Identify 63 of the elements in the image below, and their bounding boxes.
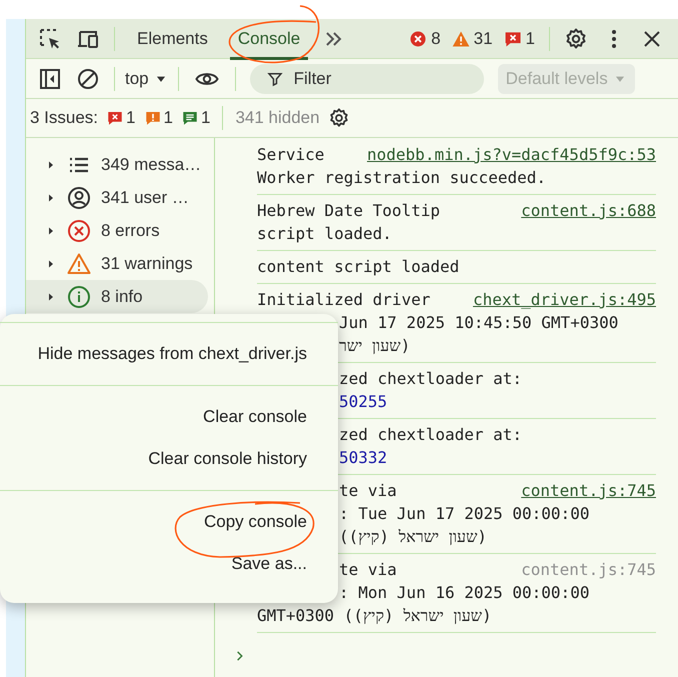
count-label: 1	[164, 108, 173, 128]
log-text: שעון ישר)	[339, 335, 410, 357]
warning-icon	[67, 252, 91, 276]
menu-item[interactable]: Save as...	[0, 543, 338, 585]
sidebar-toggle-icon[interactable]	[38, 66, 62, 90]
sidebar-item[interactable]: 8 errors	[26, 214, 208, 247]
panel-tab[interactable]: Console	[230, 20, 308, 60]
source-link[interactable]: content.js:688	[521, 199, 656, 222]
info-icon	[67, 284, 91, 308]
count-label: 1	[200, 108, 210, 128]
log-text: zed chextloader at:	[339, 424, 522, 446]
filter-field[interactable]: Filter	[250, 64, 484, 94]
log-text: (שעון ישראל (קיץ))	[339, 526, 487, 548]
issues-label: 3 Issues:	[30, 108, 98, 128]
menu-item[interactable]: Clear console	[0, 396, 338, 438]
clear-icon[interactable]	[76, 66, 100, 90]
context-dropdown[interactable]: top	[125, 68, 168, 88]
panel-tab[interactable]: Elements	[129, 20, 216, 60]
log-number: 50332	[339, 447, 388, 469]
error-icon	[408, 28, 428, 48]
sidebar-item[interactable]: 8 info	[26, 280, 208, 313]
source-link[interactable]: content.js:745	[521, 479, 656, 502]
count-label: 8	[431, 28, 441, 48]
warning-issue-count[interactable]: 1	[144, 108, 173, 128]
log-text: script loaded.	[257, 223, 392, 245]
info-issue-icon	[180, 109, 199, 127]
sidebar-item[interactable]: 31 warnings	[26, 247, 208, 280]
log-text: Worker registration succeeded.	[257, 167, 546, 189]
user-icon	[67, 186, 91, 210]
warning-count[interactable]: 31	[450, 28, 493, 48]
issue-count[interactable]: 1	[502, 28, 535, 48]
log-text: Jun 17 2025 10:45:50 GMT+0300	[339, 312, 618, 334]
menu-item[interactable]: Clear console history	[0, 438, 338, 480]
log-text: GMT+0300 (שעון ישראל (קיץ))	[257, 605, 492, 627]
inspect-icon[interactable]	[38, 26, 62, 50]
log-text: : Mon Jun 16 2025 00:00:00	[339, 582, 590, 604]
log-text: content script loaded	[257, 256, 460, 278]
settings-icon[interactable]	[564, 26, 588, 50]
log-text: Service	[257, 144, 324, 166]
settings-icon[interactable]	[328, 107, 350, 129]
hidden-count: 341 hidden	[235, 108, 320, 128]
log-text: te via	[339, 480, 397, 502]
count-label: 1	[126, 108, 136, 128]
menu-item[interactable]: Hide messages from chext_driver.js	[0, 333, 338, 375]
log-text: : Tue Jun 17 2025 00:00:00	[339, 503, 590, 525]
log-number: 50255	[339, 391, 388, 413]
source-link[interactable]: chext_driver.js:495	[472, 288, 656, 311]
log-text: te via	[339, 559, 397, 581]
log-text: Hebrew Date Tooltip	[257, 200, 440, 222]
log-text: zed chextloader at:	[339, 368, 522, 390]
sidebar-item[interactable]: 341 user …	[26, 181, 208, 214]
error-issue-icon	[106, 109, 124, 127]
error-issue-count[interactable]: 1	[106, 108, 136, 128]
warning-issue-icon	[144, 109, 162, 127]
count-label: 1	[526, 28, 535, 48]
error-icon	[67, 218, 91, 242]
error-count[interactable]: 8	[408, 28, 441, 48]
log-text: Initialized driver	[257, 289, 430, 311]
count-label: 31	[474, 28, 493, 48]
info-issue-count[interactable]: 1	[180, 108, 210, 128]
source-link[interactable]: nodebb.min.js?v=dacf45d5f9c:53	[367, 143, 656, 166]
sidebar-item[interactable]: 349 messa…	[26, 148, 208, 181]
menu-item[interactable]: Copy console	[0, 501, 338, 543]
